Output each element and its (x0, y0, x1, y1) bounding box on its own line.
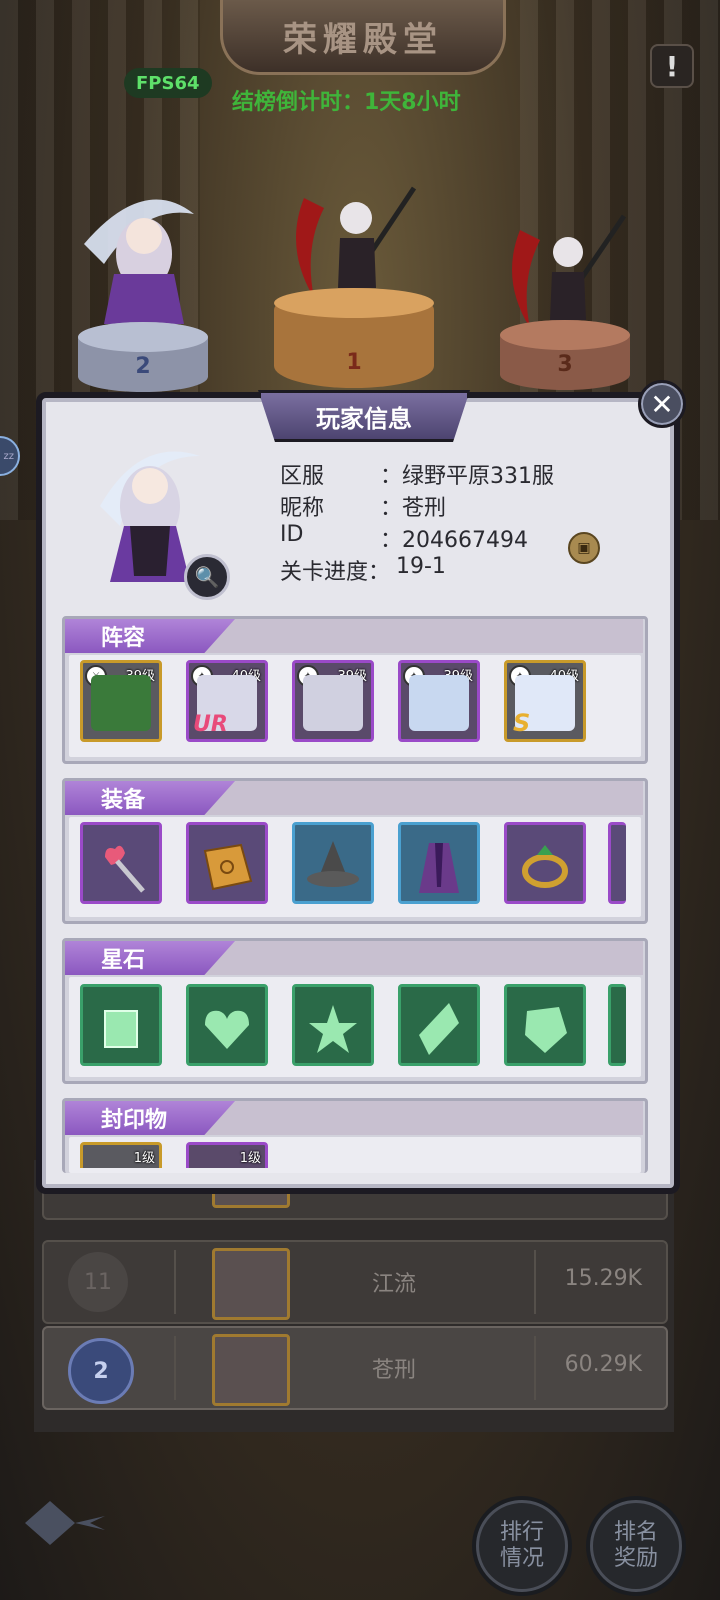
seal-slot[interactable]: 1级 (80, 1142, 162, 1168)
rank3-character[interactable] (500, 210, 630, 330)
equipment-slot[interactable] (398, 822, 480, 904)
magnify-button[interactable]: 🔍 (184, 554, 230, 600)
hero-rarity-tag: S (513, 709, 531, 737)
server-label: 区服 (280, 464, 325, 489)
equipment-slot[interactable] (80, 822, 162, 904)
fps-counter: FPS64 (124, 68, 212, 98)
lineup-hero-slot[interactable]: ✦ 39级 (398, 660, 480, 742)
hat-icon (307, 841, 359, 887)
hero-rarity-tag: UR (193, 712, 228, 737)
ring-icon (522, 845, 568, 888)
staff-icon (105, 845, 145, 893)
rank-avatar (212, 1334, 290, 1406)
table-row[interactable]: 11 江流 15.29K (42, 1240, 668, 1324)
ranking-status-button[interactable]: 排行 情况 (476, 1500, 568, 1592)
lineup-hero-slot[interactable]: ⚔ 39级 (80, 660, 162, 742)
starstone-slot[interactable] (80, 984, 162, 1066)
seal-slot[interactable]: 1级 (186, 1142, 268, 1168)
round-gem-icon (525, 1007, 567, 1053)
podium-third: 3 (500, 320, 630, 390)
modal-title: 玩家信息 (258, 390, 470, 442)
ranking-countdown: 结榜倒计时：1天8小时 (232, 90, 461, 115)
hero-portrait (409, 675, 469, 731)
book-icon (203, 843, 253, 891)
podium-second: 2 (78, 322, 208, 392)
hero-portrait (303, 675, 363, 731)
server-value: ：绿野平原331服 (380, 464, 554, 489)
player-info-table: 区服 ：绿野平原331服 昵称 ：苍刑 ID ：204667494 关卡进度： 19-1 (280, 458, 554, 586)
stage-progress-value: 19-1 (396, 554, 446, 579)
seal-level: 1级 (239, 1151, 261, 1166)
rank2-character[interactable] (64, 184, 224, 334)
rank-score: 15.29K (564, 1266, 642, 1291)
info-button[interactable]: ! (650, 44, 694, 88)
stage-progress-label: 关卡进度： (280, 560, 391, 585)
seal-level: 1级 (133, 1151, 155, 1166)
diamond-gem-icon (419, 1003, 459, 1055)
rank-avatar (212, 1248, 290, 1320)
starstone-slot[interactable] (186, 984, 268, 1066)
rank-player-name: 苍刑 (371, 1358, 416, 1383)
id-value: ：204667494 (380, 528, 528, 553)
close-icon: ✕ (650, 387, 674, 421)
equipment-slot[interactable] (186, 822, 268, 904)
ranking-reward-button[interactable]: 排名 奖励 (590, 1500, 682, 1592)
square-gem-icon (104, 1010, 138, 1048)
rank-number: 2 (68, 1338, 134, 1404)
podium-rank-label: 1 (346, 349, 362, 375)
podium-rank-label: 3 (557, 351, 573, 377)
rank-score: 60.29K (564, 1352, 642, 1377)
equipment-slot[interactable] (504, 822, 586, 904)
star-gem-icon (309, 1005, 357, 1053)
hero-portrait (91, 675, 151, 731)
ranking-reward-label: 排名 奖励 (613, 1520, 658, 1571)
starstone-slot[interactable] (398, 984, 480, 1066)
lineup-hero-slot[interactable]: ✦ 40级 UR (186, 660, 268, 742)
lineup-hero-slot[interactable]: ✦ 40级 S (504, 660, 586, 742)
nickname-value: ：苍刑 (380, 496, 447, 521)
starstone-slot-partial[interactable] (608, 984, 626, 1066)
game-logo-icon (20, 1496, 110, 1550)
hall-title-plate: 荣耀殿堂 (220, 0, 506, 75)
equipment-slot-partial[interactable] (608, 822, 626, 904)
rank-number: 11 (68, 1252, 128, 1312)
ranking-status-label: 排行 情况 (499, 1520, 544, 1571)
nickname-label: 昵称 (280, 496, 325, 521)
robe-icon (419, 843, 459, 893)
id-label: ID (280, 522, 304, 547)
lineup-hero-slot[interactable]: ✦ 39级 (292, 660, 374, 742)
rank-player-name: 江流 (371, 1272, 416, 1297)
table-row-self[interactable]: 2 苍刑 60.29K (42, 1326, 668, 1410)
close-button[interactable]: ✕ (638, 380, 686, 428)
rank-list: 11 江流 15.29K 2 苍刑 60.29K (34, 1152, 674, 1432)
equipment-slot[interactable] (292, 822, 374, 904)
starstone-slot[interactable] (504, 984, 586, 1066)
magnify-icon: 🔍 (194, 565, 220, 589)
heart-gem-icon (205, 1010, 249, 1049)
podium-rank-label: 2 (135, 353, 151, 379)
podium-first: 1 (274, 288, 434, 388)
hall-title: 荣耀殿堂 (283, 19, 443, 60)
starstone-slot[interactable] (292, 984, 374, 1066)
copy-id-icon[interactable]: ▣ (568, 532, 600, 564)
